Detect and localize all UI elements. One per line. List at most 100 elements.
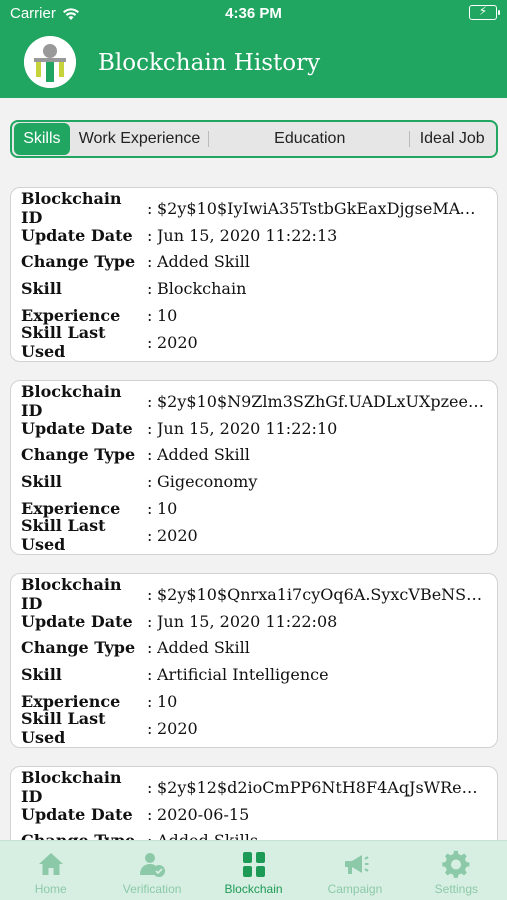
charging-bolt-icon: ⚡ (478, 4, 488, 18)
nav-settings[interactable]: Settings (406, 841, 507, 900)
field-separator: : (147, 525, 153, 545)
nav-blockchain-label: Blockchain (224, 882, 283, 896)
field-separator: : (147, 445, 153, 465)
field-separator: : (147, 225, 153, 245)
update-date-row: Update Date : Jun 15, 2020 11:22:08 (21, 608, 487, 635)
field-label: Skill (21, 472, 62, 492)
field-label: Experience (21, 306, 121, 326)
field-label: Change Type (21, 252, 136, 272)
skill-last-used-value: 2020 (157, 332, 198, 352)
blockchain-id-value: $2y$12$d2ioCmPP6NtH8F4AqJsWReQIbuvA (157, 777, 487, 797)
field-separator: : (147, 332, 153, 352)
update-date-row: Update Date : Jun 15, 2020 11:22:10 (21, 415, 487, 442)
update-date-row: Update Date : Jun 15, 2020 11:22:13 (21, 222, 487, 249)
experience-value: 10 (157, 692, 178, 712)
skill-row: Skill : Blockchain (21, 275, 487, 302)
field-separator: : (147, 692, 153, 712)
field-separator: : (147, 611, 153, 631)
field-label: Change Type (21, 831, 147, 840)
status-bar: Carrier 4:36 PM ⚡ (0, 0, 507, 28)
field-label: Experience (21, 692, 121, 712)
skill-last-used-value: 2020 (157, 525, 198, 545)
home-icon (36, 849, 66, 879)
bottom-tab-bar: Home Verification Blockchain Campaign Se… (0, 840, 507, 900)
field-label: Blockchain ID (21, 575, 122, 614)
skill-last-used-row: Skill Last Used : 2020 (21, 323, 487, 361)
field-label: Skill Last Used (21, 323, 106, 362)
blockchain-id-row: Blockchain ID : $2y$10$Qnrxa1i7cyOq6A.Sy… (21, 575, 487, 613)
update-date-value: Jun 15, 2020 11:22:08 (157, 611, 338, 631)
field-label: Update Date (21, 804, 133, 824)
update-date-value: Jun 15, 2020 11:22:10 (157, 418, 338, 438)
field-separator: : (147, 831, 157, 840)
field-label: Skill (21, 665, 62, 685)
nav-campaign-label: Campaign (327, 882, 383, 896)
history-card[interactable]: Blockchain ID : $2y$10$IyIwiA35TstbGkEax… (10, 187, 498, 362)
field-separator: : (147, 499, 153, 519)
history-card[interactable]: Blockchain ID : $2y$10$N9Zlm3SZhGf.UADLx… (10, 380, 498, 555)
nav-settings-label: Settings (434, 882, 478, 896)
skill-value: Gigeconomy (157, 472, 258, 492)
change-type-value: Added Skill (157, 445, 250, 465)
nav-verification[interactable]: Verification (101, 841, 202, 900)
skill-last-used-value: 2020 (157, 718, 198, 738)
field-label: Update Date (21, 611, 133, 631)
experience-value: 10 (157, 499, 178, 519)
history-card[interactable]: Blockchain ID : $2y$12$d2ioCmPP6NtH8F4Aq… (10, 766, 498, 840)
field-separator: : (147, 665, 153, 685)
field-separator: : (147, 418, 153, 438)
nav-home[interactable]: Home (0, 841, 101, 900)
tab-education-label: Education (274, 130, 346, 147)
blockchain-history-list[interactable]: Blockchain ID : $2y$10$IyIwiA35TstbGkEax… (0, 186, 507, 840)
experience-value: 10 (157, 306, 178, 326)
blockchain-id-value: $2y$10$Qnrxa1i7cyOq6A.SyxcVBeNS0XkAv (157, 584, 487, 604)
field-label: Update Date (21, 225, 133, 245)
nav-blockchain[interactable]: Blockchain (203, 841, 304, 900)
update-date-row: Update Date : 2020-06-15 (21, 801, 487, 828)
battery-icon: ⚡ (469, 4, 500, 20)
status-time: 4:36 PM (225, 5, 282, 22)
app-logo-icon (24, 36, 76, 88)
tab-skills[interactable]: Skills (14, 123, 70, 155)
tab-ideal-job[interactable]: Ideal Job (410, 123, 494, 155)
field-separator: : (147, 584, 153, 604)
blockchain-id-value: $2y$10$IyIwiA35TstbGkEaxDjgseMAVCkfe2 (157, 198, 487, 218)
change-type-row: Change Type : Added Skill (21, 442, 487, 469)
field-label: Skill (21, 279, 62, 299)
nav-campaign[interactable]: Campaign (304, 841, 405, 900)
category-tabs: Skills Work Experience Education Ideal J… (10, 120, 498, 158)
field-label: Blockchain ID (21, 768, 122, 807)
change-type-row: Change Type : Added Skills (21, 828, 487, 840)
blockchain-id-value: $2y$10$N9Zlm3SZhGf.UADLxUXpzeeCJbd8 (157, 391, 487, 411)
field-label: Blockchain ID (21, 382, 122, 421)
field-label: Update Date (21, 418, 133, 438)
change-type-row: Change Type : Added Skill (21, 249, 487, 276)
field-separator: : (147, 777, 153, 797)
skill-value: Artificial Intelligence (157, 665, 329, 685)
field-label: Experience (21, 499, 121, 519)
blockchain-id-row: Blockchain ID : $2y$10$IyIwiA35TstbGkEax… (21, 189, 487, 227)
history-card[interactable]: Blockchain ID : $2y$10$Qnrxa1i7cyOq6A.Sy… (10, 573, 498, 748)
verification-icon (137, 849, 167, 879)
change-type-value: Added Skill (157, 252, 250, 272)
change-type-value: Added Skills (157, 831, 487, 840)
tab-education[interactable]: Education (209, 123, 411, 155)
field-label: Change Type (21, 445, 136, 465)
skill-row: Skill : Gigeconomy (21, 468, 487, 495)
field-separator: : (147, 252, 153, 272)
megaphone-icon (340, 849, 370, 879)
field-label: Skill Last Used (21, 709, 106, 748)
page-title: Blockchain History (98, 50, 321, 76)
blockchain-id-row: Blockchain ID : $2y$10$N9Zlm3SZhGf.UADLx… (21, 382, 487, 420)
blockchain-id-row: Blockchain ID : $2y$12$d2ioCmPP6NtH8F4Aq… (21, 768, 487, 806)
gear-icon (441, 849, 471, 879)
field-label: Skill Last Used (21, 516, 106, 555)
field-separator: : (147, 391, 153, 411)
field-separator: : (147, 198, 153, 218)
tab-work-experience-label: Work Experience (78, 130, 201, 147)
field-separator: : (147, 804, 153, 824)
tab-work-experience[interactable]: Work Experience (70, 123, 210, 155)
update-date-value: Jun 15, 2020 11:22:13 (157, 225, 338, 245)
skill-value: Blockchain (157, 279, 247, 299)
skill-last-used-row: Skill Last Used : 2020 (21, 516, 487, 554)
